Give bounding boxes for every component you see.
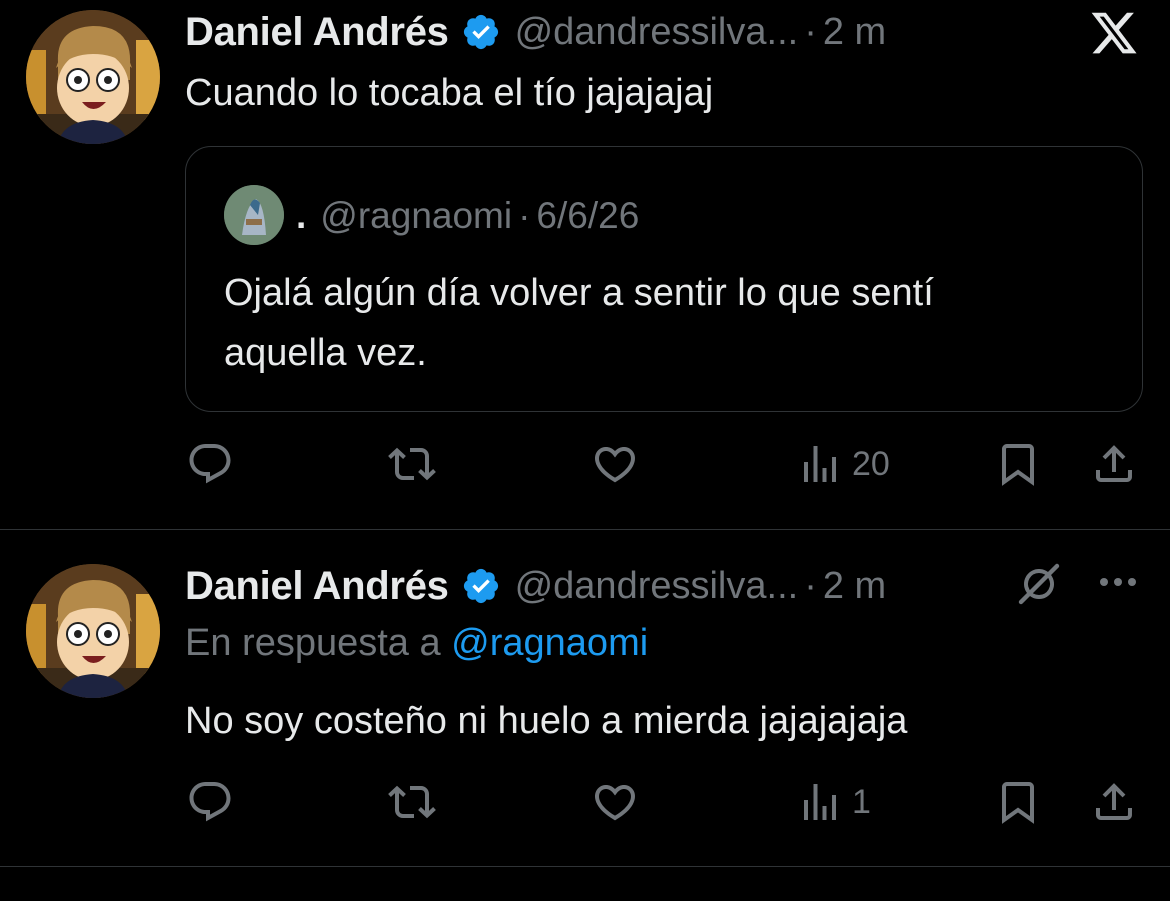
divider [0, 866, 1170, 867]
bookmark-button[interactable] [994, 772, 1042, 832]
avatar[interactable] [26, 564, 160, 698]
tweet-2[interactable]: Daniel Andrés @dandressilva... · 2 m En … [0, 530, 1170, 866]
views-button[interactable]: 20 [796, 434, 890, 494]
separator-dot: · [804, 10, 817, 53]
reply-context: En respuesta a @ragnaomi [185, 622, 648, 665]
share-button[interactable] [1090, 772, 1138, 832]
separator-dot: · [518, 195, 531, 236]
views-count: 1 [852, 782, 871, 821]
x-logo-icon[interactable] [1088, 8, 1140, 58]
reply-prefix: En respuesta a [185, 622, 452, 664]
author-name[interactable]: Daniel Andrés [185, 564, 449, 609]
share-icon [1096, 445, 1132, 482]
reply-button[interactable] [186, 772, 234, 832]
avatar-cartoon-image [26, 564, 160, 698]
share-button[interactable] [1090, 434, 1138, 494]
quoted-text: Ojalá algún día volver a sentir lo que s… [224, 263, 1104, 383]
quoted-handle[interactable]: @ragnaomi [320, 195, 512, 237]
quoted-text-line: Ojalá algún día volver a sentir lo que s… [224, 272, 934, 314]
bookmark-button[interactable] [994, 434, 1042, 494]
retweet-button[interactable] [388, 434, 436, 494]
reply-mention-link[interactable]: @ragnaomi [451, 622, 648, 664]
views-button[interactable]: 1 [796, 772, 871, 832]
grok-icon[interactable] [1015, 560, 1063, 608]
reply-button[interactable] [186, 434, 234, 494]
quoted-tweet[interactable]: . @ragnaomi · 6/6/26 Ojalá algún día vol… [185, 146, 1143, 412]
like-button[interactable] [591, 434, 639, 494]
quoted-avatar[interactable] [224, 185, 284, 245]
share-icon [1096, 783, 1132, 820]
action-bar: 20 [0, 434, 1170, 494]
quoted-header: . @ragnaomi · 6/6/26 [296, 191, 639, 241]
quoted-author-name[interactable]: . [296, 195, 306, 237]
like-button[interactable] [591, 772, 639, 832]
bookmark-icon [1002, 782, 1034, 824]
retweet-button[interactable] [388, 772, 436, 832]
views-icon [804, 784, 836, 820]
tweet-text: Cuando lo tocaba el tío jajajajaj [185, 72, 714, 114]
author-handle[interactable]: @dandressilva... [515, 11, 799, 54]
quoted-text-line: aquella vez. [224, 332, 427, 374]
bookmark-icon [1002, 444, 1034, 486]
timestamp[interactable]: 2 m [823, 565, 886, 608]
tweet-header: Daniel Andrés @dandressilva... · 2 m [185, 4, 886, 60]
retweet-icon [388, 447, 436, 481]
tweet-1[interactable]: Daniel Andrés @dandressilva... · 2 m Cua… [0, 0, 1170, 529]
quoted-date: 6/6/26 [536, 195, 640, 236]
verified-badge-icon [463, 568, 498, 604]
separator-dot: · [804, 564, 817, 607]
action-bar: 1 [0, 772, 1170, 832]
more-icon[interactable] [1096, 570, 1140, 594]
heart-icon [594, 785, 636, 821]
verified-badge-icon [463, 14, 498, 50]
views-count: 20 [852, 444, 890, 483]
reply-icon [189, 782, 231, 822]
heart-icon [594, 447, 636, 483]
retweet-icon [388, 785, 436, 819]
author-name[interactable]: Daniel Andrés [185, 10, 449, 55]
reply-icon [189, 444, 231, 484]
avatar-cartoon-image [26, 10, 160, 144]
avatar[interactable] [26, 10, 160, 144]
views-icon [804, 446, 836, 482]
quoted-avatar-image [224, 185, 284, 245]
tweet-text: No soy costeño ni huelo a mierda jajajaj… [185, 700, 908, 742]
timestamp[interactable]: 2 m [823, 11, 886, 54]
tweet-header: Daniel Andrés @dandressilva... · 2 m [185, 558, 886, 614]
author-handle[interactable]: @dandressilva... [515, 565, 799, 608]
